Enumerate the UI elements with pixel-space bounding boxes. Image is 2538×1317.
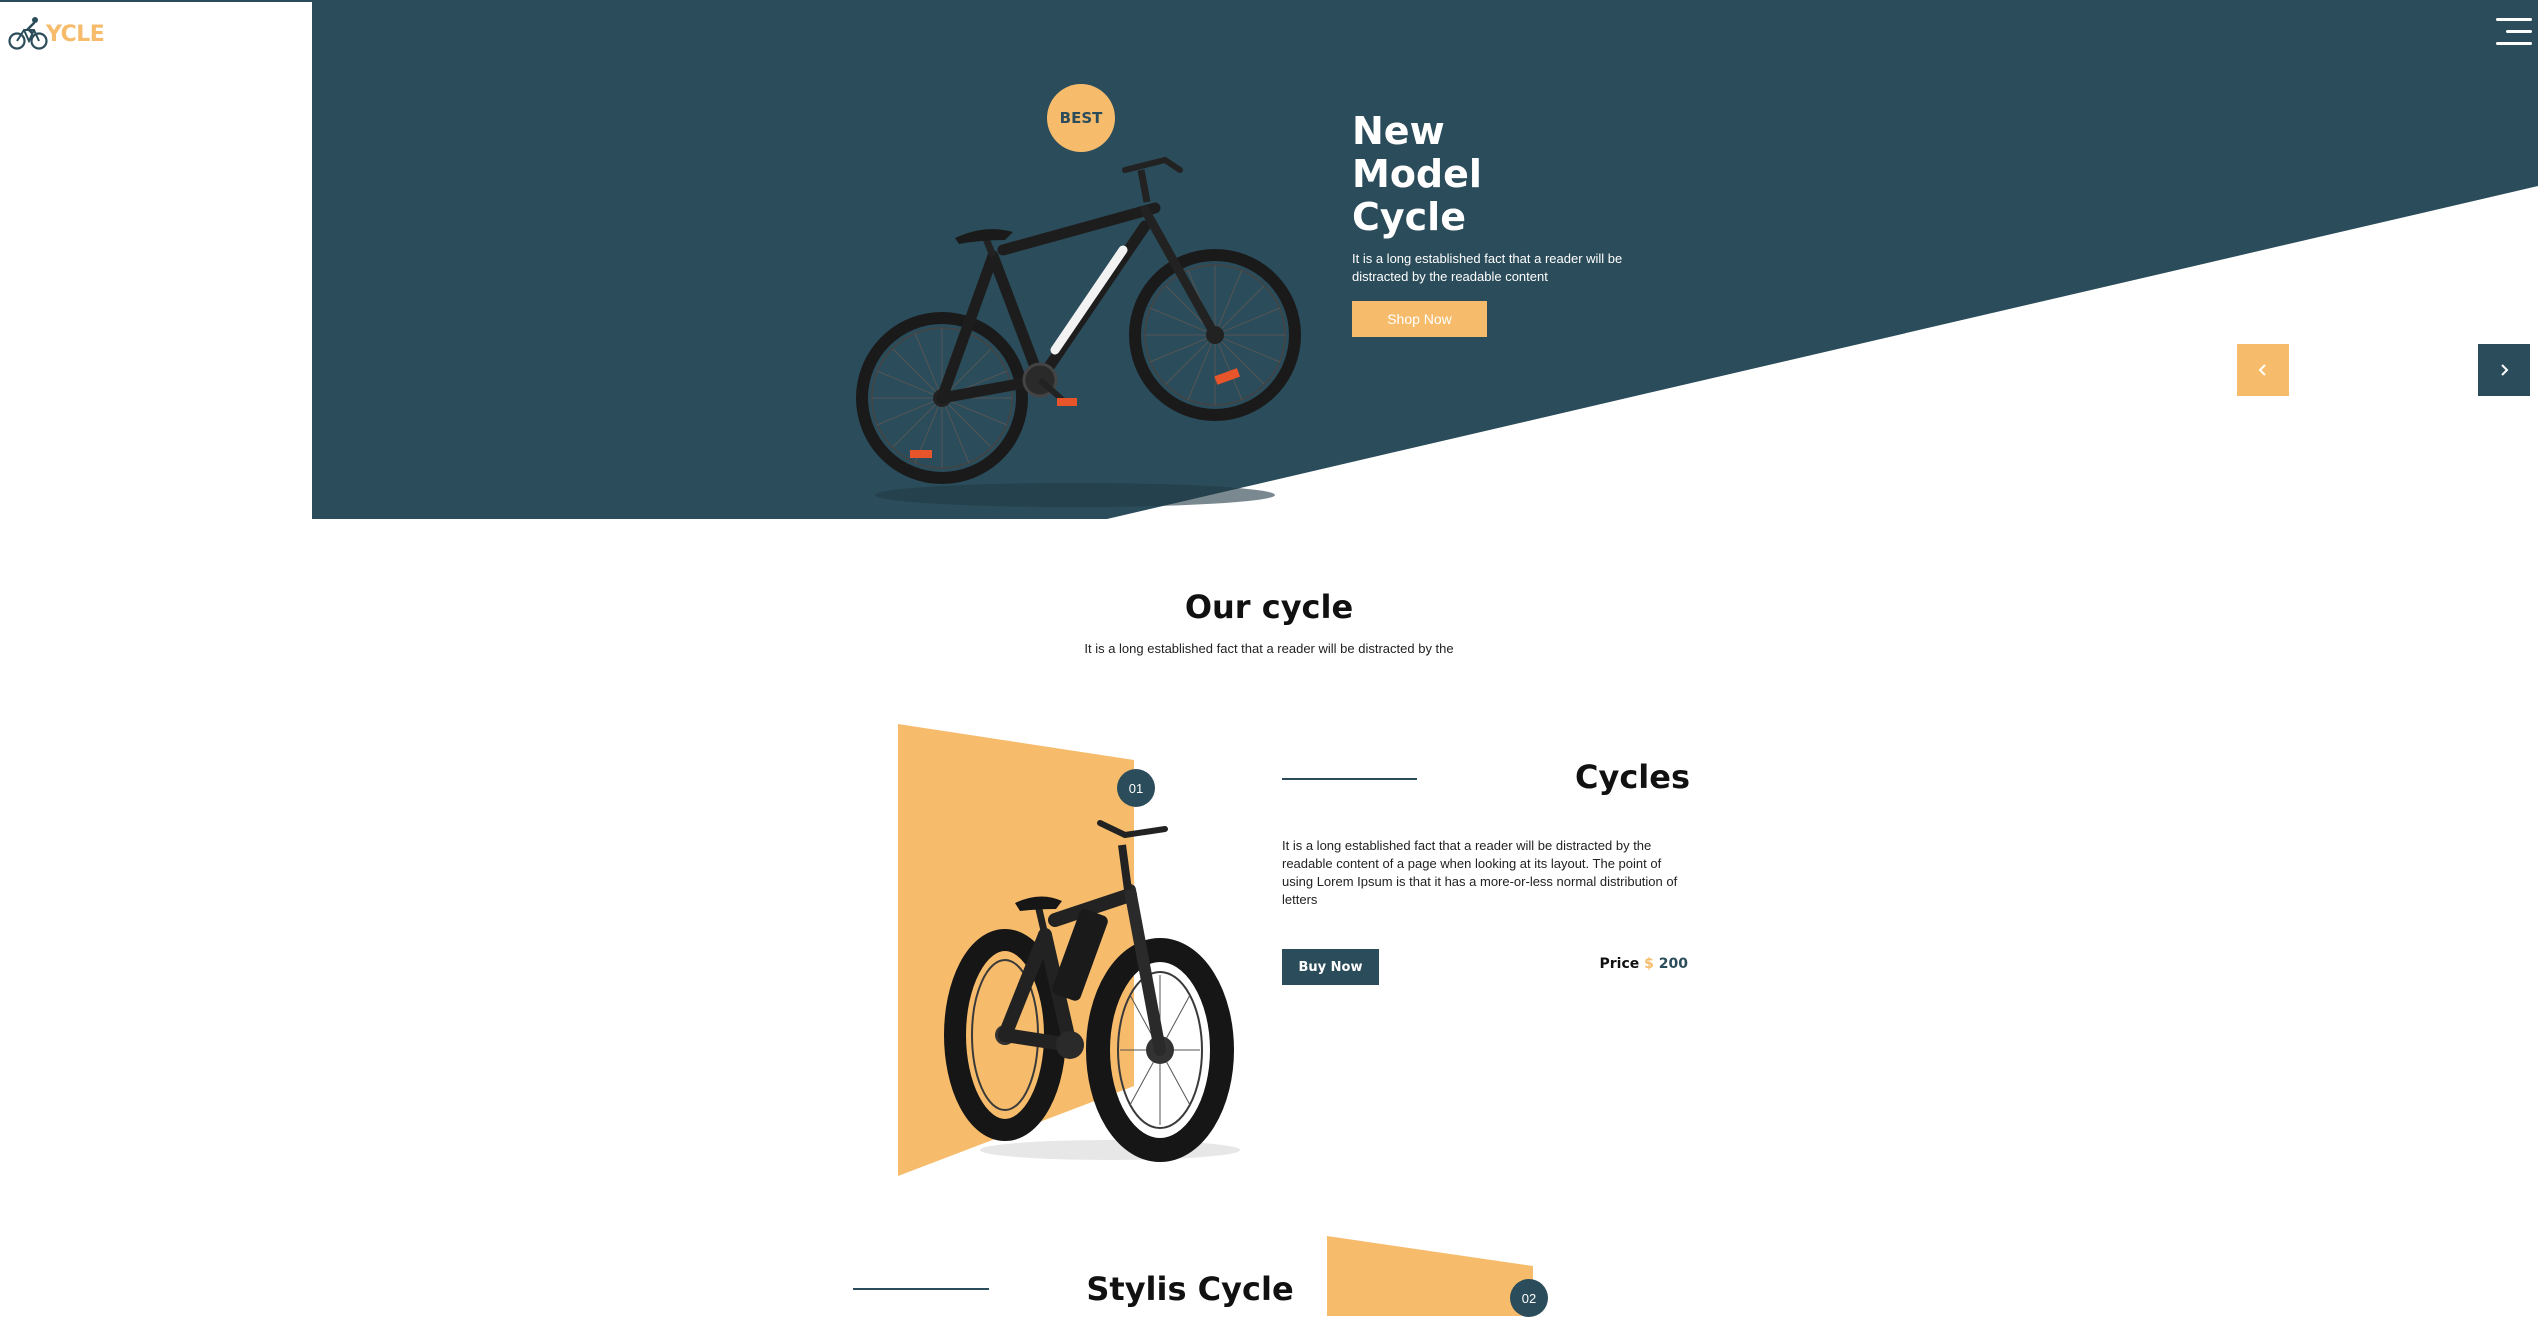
section-subtitle: It is a long established fact that a rea… <box>1084 641 1454 656</box>
section-title: Our cycle <box>1184 588 1354 626</box>
hero-description: It is a long established fact that a rea… <box>1352 251 1623 284</box>
hamburger-menu-icon[interactable] <box>2496 18 2532 46</box>
hero-bicycle-image <box>856 156 1301 507</box>
product-title: Cycles <box>1574 758 1690 796</box>
product-price: Price $ 200 <box>1560 956 1689 972</box>
site-logo[interactable]: YCLE <box>8 14 105 54</box>
buy-now-button[interactable]: Buy Now <box>1282 949 1379 985</box>
price-amount: 200 <box>1658 956 1688 972</box>
title-divider-line <box>1282 778 1417 780</box>
bicycle-rider-icon <box>8 17 48 50</box>
slider-next-button[interactable] <box>2478 344 2530 396</box>
chevron-right-icon <box>2501 364 2509 376</box>
hero-title: New Model Cycle <box>1352 110 1592 239</box>
product-bicycle-image <box>944 820 1240 1162</box>
product-title: Stylis Cycle <box>1086 1270 1294 1308</box>
product-number-badge: 01 <box>1117 769 1155 807</box>
product-number-badge: 02 <box>1510 1279 1548 1317</box>
price-currency: $ <box>1644 956 1654 972</box>
chevron-left-icon <box>2258 364 2266 376</box>
slider-prev-button[interactable] <box>2237 344 2289 396</box>
product-description: It is a long established fact that a rea… <box>1282 838 1678 907</box>
hero-title-line: Model <box>1352 152 1482 196</box>
hero-title-line: New <box>1352 109 1445 153</box>
price-label: Price <box>1599 956 1640 972</box>
hero-title-line: Cycle <box>1352 195 1466 239</box>
logo-text: YCLE <box>46 21 105 47</box>
product-background-shape <box>1327 1236 1533 1316</box>
shop-now-button[interactable]: Shop Now <box>1352 301 1487 337</box>
title-divider-line <box>853 1288 989 1290</box>
